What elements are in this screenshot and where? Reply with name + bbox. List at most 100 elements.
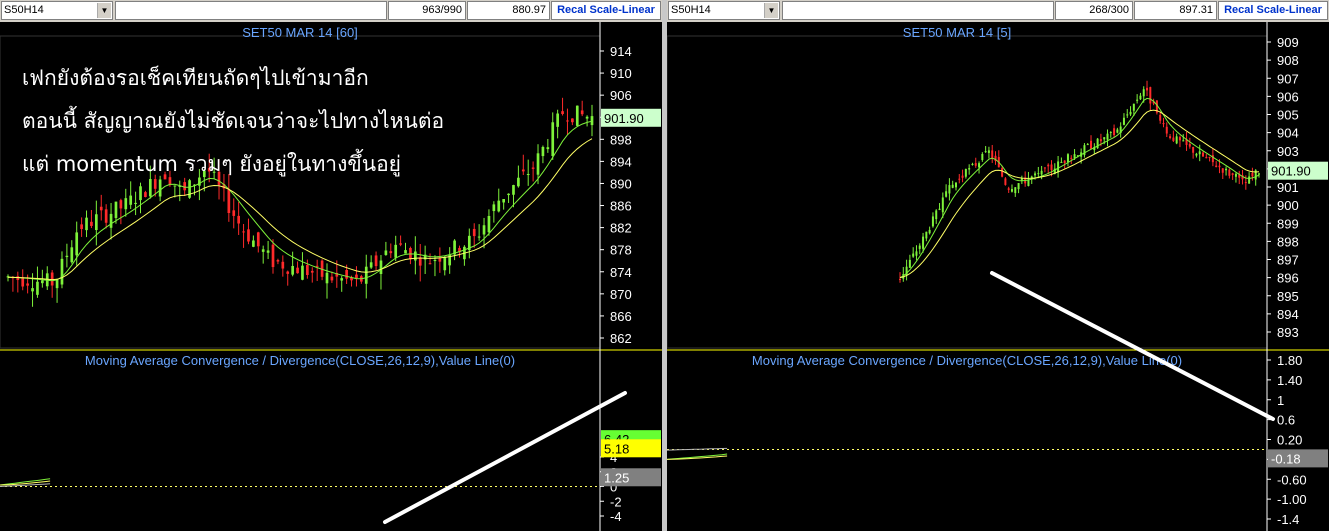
candle-body: [50, 272, 54, 286]
candle-body: [551, 122, 555, 157]
candle-body: [1195, 153, 1198, 156]
candle-body: [389, 251, 393, 254]
info-box-blank: [115, 1, 387, 20]
candle-body: [1066, 154, 1069, 163]
candle-body: [1126, 114, 1129, 116]
toolbar-right: S50H14 ▼ 268/300 897.31 Recal Scale-Line…: [667, 0, 1329, 22]
candle-body: [345, 269, 348, 279]
candle-body: [546, 147, 550, 150]
price-tick-label: 893: [1277, 325, 1299, 340]
price-tick-label: 906: [610, 88, 632, 103]
candle-body: [1146, 87, 1149, 91]
candle-body: [247, 229, 250, 242]
candle-body: [1248, 176, 1251, 184]
candle-body: [1198, 151, 1201, 155]
candle-body: [945, 191, 948, 197]
recal-scale-button[interactable]: Recal Scale-Linear: [1218, 1, 1328, 20]
price-tick-label: 906: [1277, 89, 1299, 104]
candle-body: [124, 198, 128, 210]
candle-body: [1017, 183, 1020, 190]
candle-body: [958, 178, 961, 180]
candle-body: [1139, 95, 1142, 100]
toolbar-left: S50H14 ▼ 963/990 880.97 Recal Scale-Line…: [0, 0, 662, 22]
last-price-label: 901.90: [1271, 164, 1311, 179]
candle-body: [1258, 173, 1260, 175]
candle-body: [158, 179, 162, 197]
candle-body: [374, 255, 378, 267]
candle-body: [1007, 188, 1010, 190]
price-tick-label: 910: [610, 66, 632, 81]
candle-body: [1159, 114, 1162, 121]
candle-body: [399, 243, 402, 245]
symbol-label: S50H14: [4, 4, 44, 16]
candle-body: [85, 217, 88, 231]
macd-tick-label: 1.80: [1277, 353, 1302, 368]
candle-body: [99, 206, 103, 211]
candle-body: [1192, 146, 1195, 153]
candle-body: [173, 185, 177, 187]
symbol-select-right[interactable]: S50H14 ▼: [668, 1, 780, 20]
chart-panel-right[interactable]: S50H14 ▼ 268/300 897.31 Recal Scale-Line…: [667, 0, 1329, 531]
drawn-trendline: [383, 391, 627, 524]
symbol-select-left[interactable]: S50H14 ▼: [1, 1, 113, 20]
candle-body: [276, 260, 280, 262]
candle-body: [1034, 173, 1037, 176]
candle-body: [310, 270, 314, 273]
candle-body: [912, 253, 915, 257]
recal-scale-button[interactable]: Recal Scale-Linear: [551, 1, 661, 20]
chart-panel-left[interactable]: S50H14 ▼ 963/990 880.97 Recal Scale-Line…: [0, 0, 662, 531]
candle-body: [296, 267, 299, 274]
candle-body: [21, 277, 25, 287]
candle-body: [925, 231, 928, 239]
candle-body: [306, 265, 309, 275]
chart-canvas-right[interactable]: SET50 MAR 14 [5]909908907906905904903902…: [667, 22, 1329, 531]
price-tick-label: 900: [1277, 198, 1299, 213]
candle-body: [1172, 137, 1175, 141]
candle-body: [991, 150, 994, 158]
price-tick-label: 914: [610, 44, 632, 59]
macd-tick-label: 0.6: [1277, 413, 1295, 428]
candle-body: [918, 245, 921, 249]
candle-body: [104, 209, 108, 223]
candle-body: [477, 236, 481, 238]
candle-body: [438, 258, 442, 262]
candle-body: [1221, 168, 1224, 173]
bar-count: 963/990: [388, 1, 466, 20]
macd-value-label: 5.18: [604, 441, 629, 456]
chevron-down-icon[interactable]: ▼: [97, 3, 111, 18]
candle-body: [1165, 126, 1168, 134]
candle-body: [590, 116, 594, 126]
info-box-blank: [782, 1, 1054, 20]
candle-body: [580, 110, 584, 115]
price-tick-label: 882: [610, 221, 632, 236]
candle-body: [315, 265, 319, 267]
candle-body: [968, 168, 971, 170]
candle-body: [1057, 161, 1060, 173]
candle-body: [1202, 152, 1205, 157]
candle-body: [291, 265, 294, 275]
candle-body: [482, 225, 486, 235]
price-tick-label: 890: [610, 176, 632, 191]
chevron-down-icon[interactable]: ▼: [764, 3, 778, 18]
candle-body: [114, 201, 118, 219]
candle-body: [148, 179, 152, 197]
candle-body: [951, 184, 954, 188]
price-tick-label: 894: [610, 154, 632, 169]
candle-body: [70, 247, 74, 263]
candle-body: [575, 105, 579, 126]
candle-body: [1225, 168, 1228, 171]
price-tick-label: 908: [1277, 53, 1299, 68]
candle-body: [971, 163, 974, 165]
macd-tick-label: -4: [610, 509, 622, 524]
candle-body: [1182, 140, 1185, 142]
candle-body: [1040, 170, 1043, 175]
candle-body: [252, 240, 255, 247]
macd-tick-label: 0.20: [1277, 433, 1302, 448]
candle-body: [65, 255, 69, 258]
price-tick-label: 909: [1277, 35, 1299, 50]
candle-body: [536, 153, 540, 175]
candle-body: [1149, 87, 1152, 104]
candle-body: [1099, 139, 1102, 142]
chart-canvas-left[interactable]: SET50 MAR 14 [60]91491090690289889489088…: [0, 22, 662, 531]
price-tick-label: 896: [1277, 271, 1299, 286]
